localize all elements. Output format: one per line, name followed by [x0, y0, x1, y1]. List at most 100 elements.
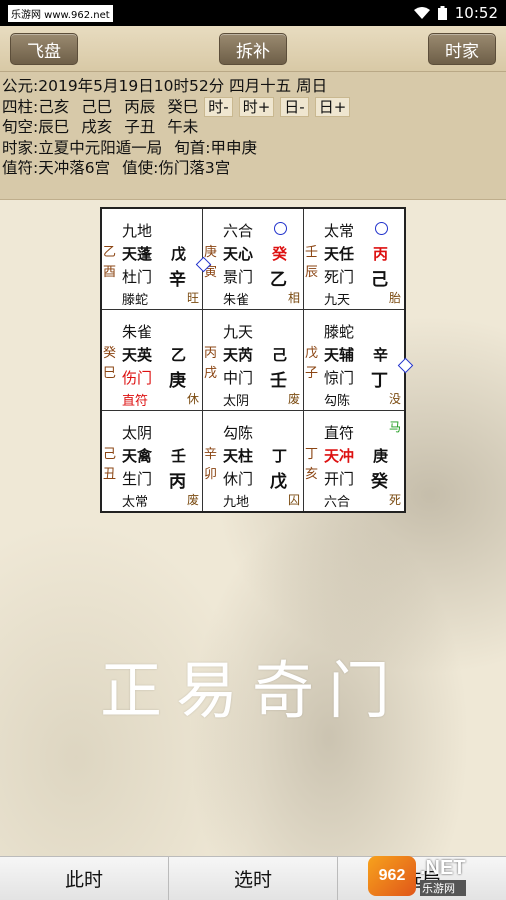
palace-status: 死: [388, 493, 401, 507]
palace-earth-plate-stem: 癸: [371, 472, 388, 492]
select-time-button[interactable]: 选时: [169, 857, 338, 900]
current-time-button[interactable]: 此时: [0, 857, 169, 900]
palace-star: 天辅: [324, 346, 355, 364]
palace-earth-stem: 乙酉: [103, 245, 117, 280]
hour-minus-button[interactable]: 时-: [204, 96, 233, 117]
palace-earth-stem: 癸巳: [103, 346, 117, 381]
sizhu-line: 四柱: 己亥 己巳 丙辰 癸巳 时- 时+ 日- 日+: [2, 96, 504, 118]
palace-spirit: 滕蛇: [122, 293, 149, 308]
sizhu-day: 丙辰: [124, 97, 156, 116]
shijia-button[interactable]: 时家: [428, 33, 496, 65]
palace-earth-plate-stem: 戊: [270, 472, 287, 492]
palace-earth-plate-stem: 庚: [169, 371, 186, 391]
xunkong-line: 旬空: 辰巳 戌亥 子丑 午未: [2, 118, 199, 137]
palace-cell[interactable]: 滕蛇戊子天辅辛惊门丁勾陈 没: [304, 310, 414, 411]
palace-star: 天蓬: [122, 245, 153, 263]
palace-door: 伤门: [122, 369, 153, 387]
palace-cell[interactable]: 太常壬辰天任丙死门己九天 胎: [304, 209, 404, 310]
palace-deity: 九天: [223, 323, 254, 341]
palace-deity: 直符: [324, 424, 355, 442]
palace-deity: 滕蛇: [324, 323, 355, 341]
palace-spirit: 太常: [122, 495, 149, 510]
day-plus-button[interactable]: 日+: [314, 96, 351, 117]
palace-deity: 朱雀: [122, 323, 153, 341]
palace-status: 没: [388, 392, 401, 406]
feipan-button[interactable]: 飞盘: [10, 33, 78, 65]
palace-earth-plate-stem: 丁: [371, 371, 388, 391]
empty-circle-icon: [375, 222, 388, 235]
palace-earth-plate-stem: 辛: [169, 270, 186, 290]
palace-door: 休门: [223, 470, 254, 488]
battery-icon: [437, 6, 447, 20]
palace-earth-stem: 丙戌: [204, 346, 218, 381]
palace-cell[interactable]: 九天丙戌天芮己中门壬太阴 废: [203, 310, 304, 411]
palace-door: 生门: [122, 470, 153, 488]
palace-status: 胎: [388, 291, 401, 305]
toolbar: 飞盘 拆补 时家: [0, 26, 506, 72]
palace-cell[interactable]: 朱雀癸巳天英乙伤门庚直符 休: [102, 310, 203, 411]
palace-status: 旺: [186, 291, 199, 305]
palace-heaven-stem: 癸: [271, 245, 287, 263]
palace-star: 天心: [223, 245, 254, 263]
palace-spirit: 朱雀: [223, 293, 250, 308]
palace-door: 中门: [223, 369, 254, 387]
palace-spirit: 六合: [324, 495, 351, 510]
palace-cell[interactable]: 六合庚寅天心癸景门乙朱雀相: [203, 209, 304, 310]
empty-circle-icon: [274, 222, 287, 235]
palace-door: 杜门: [122, 268, 153, 286]
palace-heaven-stem: 乙: [170, 346, 186, 364]
palace-heaven-stem: 丙: [372, 245, 388, 263]
clock: 10:52: [454, 4, 498, 22]
palace-star: 天禽: [122, 447, 153, 465]
palace-spirit: 勾陈: [324, 394, 351, 409]
horse-star-marker: 马: [388, 420, 401, 434]
palace-star: 天柱: [223, 447, 254, 465]
palace-door: 开门: [324, 470, 355, 488]
gongyuan-line: 公元: 2019年5月19日10时52分 四月十五 周日: [2, 77, 328, 95]
palace-cell[interactable]: 九地乙酉天蓬戊杜门辛滕蛇 旺: [102, 209, 212, 310]
palace-heaven-stem: 戊: [170, 245, 186, 263]
palace-earth-stem: 辛卯: [204, 447, 218, 482]
palace-deity: 太常: [324, 222, 355, 240]
palace-star: 天冲: [324, 447, 355, 465]
app-title-art: 正易奇门: [100, 654, 405, 727]
palace-spirit: 九天: [324, 293, 351, 308]
info-panel: 公元: 2019年5月19日10时52分 四月十五 周日 四柱: 己亥 己巳 丙…: [0, 72, 506, 200]
palace-star: 天任: [324, 245, 355, 263]
palace-heaven-stem: 己: [271, 346, 287, 364]
palace-earth-stem: 己丑: [103, 447, 117, 482]
watermark-label: 乐游网 www.962.net: [8, 4, 113, 22]
palace-earth-stem: 壬辰: [305, 245, 319, 280]
palace-deity: 六合: [223, 222, 254, 240]
palace-earth-plate-stem: 乙: [270, 270, 287, 290]
palace-spirit: 太阴: [223, 394, 250, 409]
palace-status: 废: [186, 493, 199, 507]
palace-deity: 太阴: [122, 424, 153, 442]
palace-earth-plate-stem: 丙: [169, 472, 186, 492]
nine-palace-grid: 九地乙酉天蓬戊杜门辛滕蛇旺六合庚寅天心癸景门乙朱雀相太常壬辰天任丙死门己九天胎朱…: [100, 207, 414, 513]
palace-cell[interactable]: 直符丁亥天冲庚开门癸六合 死 马: [304, 411, 404, 511]
palace-door: 惊门: [324, 369, 355, 387]
hour-plus-button[interactable]: 时+: [238, 96, 275, 117]
palace-star: 天芮: [223, 346, 254, 364]
status-bar: 乐游网 www.962.net 10:52: [0, 0, 506, 26]
palace-status: 囚: [287, 493, 300, 507]
watermark-logo: 962: [368, 856, 416, 896]
palace-heaven-stem: 丁: [271, 447, 287, 465]
day-minus-button[interactable]: 日-: [280, 96, 309, 117]
site-watermark: 962 .NET 乐游网: [368, 852, 498, 900]
palace-cell[interactable]: 太阴己丑天禽壬生门丙太常 废: [102, 411, 203, 511]
palace-cell[interactable]: 勾陈辛卯天柱丁休门戊九地 囚: [203, 411, 304, 511]
palace-earth-stem: 戊子: [305, 346, 319, 381]
palace-door: 景门: [223, 268, 254, 286]
palace-earth-stem: 丁亥: [305, 447, 319, 482]
palace-status: 休: [186, 392, 199, 406]
palace-door: 死门: [324, 268, 355, 286]
palace-spirit: 直符: [122, 394, 149, 409]
palace-deity: 九地: [122, 222, 153, 240]
palace-deity: 勾陈: [223, 424, 254, 442]
palace-heaven-stem: 庚: [372, 447, 388, 465]
chaibu-button[interactable]: 拆补: [219, 33, 287, 65]
palace-heaven-stem: 壬: [170, 447, 186, 465]
shijia-line: 时家: 立夏中元阳遁一局 旬首: 甲申庚: [2, 138, 257, 157]
